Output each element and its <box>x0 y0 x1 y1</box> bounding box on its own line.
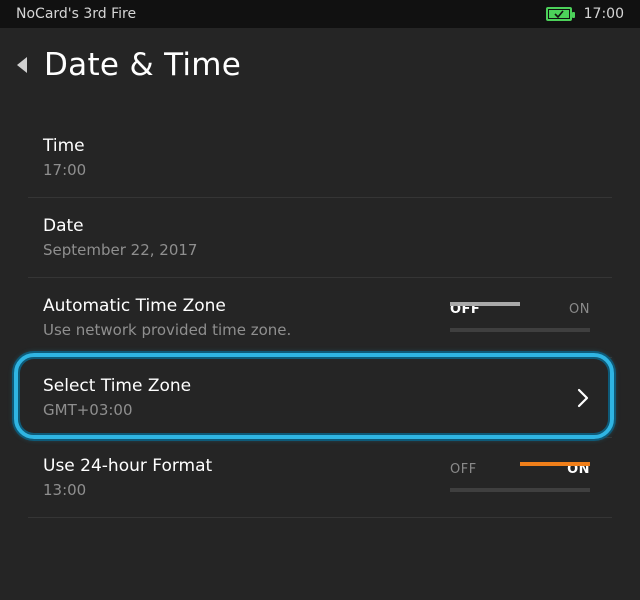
setting-select-time-zone[interactable]: Select Time Zone GMT+03:00 <box>28 358 612 438</box>
device-name: NoCard's 3rd Fire <box>16 6 137 22</box>
setting-24-hour-format[interactable]: Use 24-hour Format 13:00 OFF ON <box>28 438 612 518</box>
settings-list: Time 17:00 Date September 22, 2017 Autom… <box>28 118 612 518</box>
status-bar: NoCard's 3rd Fire 17:00 <box>0 0 640 28</box>
back-arrow-icon <box>17 57 27 73</box>
status-right-group: 17:00 <box>545 6 624 22</box>
setting-time[interactable]: Time 17:00 <box>28 118 612 198</box>
auto-time-zone-toggle[interactable]: OFF ON <box>450 302 590 332</box>
header: Date & Time <box>0 28 640 102</box>
toggle-thumb <box>450 302 520 306</box>
setting-auto-time-zone-value: Use network provided time zone. <box>43 321 292 339</box>
setting-auto-time-zone-label: Automatic Time Zone <box>43 296 226 316</box>
setting-time-value: 17:00 <box>43 161 87 179</box>
page-title: Date & Time <box>44 47 242 83</box>
toggle-off-label: OFF <box>450 462 477 477</box>
setting-select-time-zone-label: Select Time Zone <box>43 376 192 396</box>
battery-charging-icon <box>545 7 575 21</box>
toggle-thumb <box>520 462 590 466</box>
24-hour-format-toggle[interactable]: OFF ON <box>450 462 590 492</box>
chevron-right-icon <box>577 388 589 408</box>
setting-date[interactable]: Date September 22, 2017 <box>28 198 612 278</box>
back-button[interactable] <box>0 35 44 95</box>
toggle-track <box>450 328 590 332</box>
toggle-track <box>450 488 590 492</box>
setting-date-value: September 22, 2017 <box>43 241 198 259</box>
setting-24-hour-format-label: Use 24-hour Format <box>43 456 213 476</box>
setting-24-hour-format-value: 13:00 <box>43 481 87 499</box>
setting-time-label: Time <box>43 136 85 156</box>
status-time: 17:00 <box>583 6 624 22</box>
setting-select-time-zone-value: GMT+03:00 <box>43 401 133 419</box>
setting-date-label: Date <box>43 216 84 236</box>
setting-auto-time-zone[interactable]: Automatic Time Zone Use network provided… <box>28 278 612 358</box>
toggle-on-label: ON <box>569 302 590 317</box>
